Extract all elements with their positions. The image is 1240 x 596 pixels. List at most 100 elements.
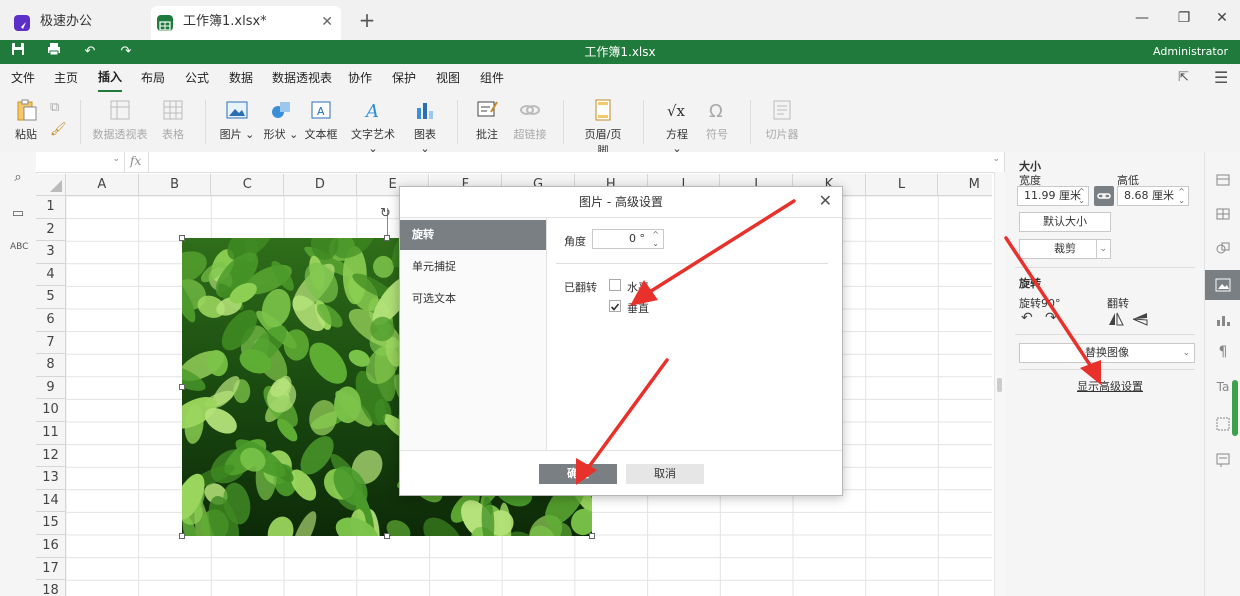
nav-rotate[interactable]: 旋转 [400,220,546,250]
vertical-checkbox[interactable] [609,300,621,312]
menu-view[interactable]: 视图 [436,64,460,92]
nav-cell-snap[interactable]: 单元捕捉 [400,252,546,282]
paste-button[interactable]: 粘贴 [10,98,42,142]
fx-icon[interactable]: fx [130,154,141,168]
menu-formula[interactable]: 公式 [185,64,209,92]
row-header[interactable]: 2 [36,218,66,242]
spin-down-icon[interactable]: ⌄ [1078,192,1085,210]
dialog-header[interactable]: 图片 - 高级设置 ✕ [400,187,842,218]
row-header[interactable]: 6 [36,309,66,332]
menu-protect[interactable]: 保护 [392,64,416,92]
picture-button[interactable]: 图片 ⌄ [218,98,256,142]
row-header[interactable]: 8 [36,354,66,377]
row-header[interactable]: 10 [36,399,66,422]
menu-components[interactable]: 组件 [480,64,504,92]
crop-button[interactable]: 裁剪 ⌄ [1019,239,1111,259]
menu-data[interactable]: 数据 [229,64,253,92]
column-header[interactable]: C [211,174,285,196]
redo-icon[interactable]: ↷ [116,42,136,62]
chart-button[interactable]: 图表 ⌄ [408,98,442,155]
spin-down-icon[interactable]: ⌄ [652,235,659,253]
image-settings-tab[interactable] [1205,270,1240,300]
spin-down-icon[interactable]: ⌄ [1178,192,1185,210]
equation-button[interactable]: √x 方程 ⌄ [660,98,694,155]
slicer-button[interactable]: 切片器 [764,98,800,142]
row-header[interactable]: 15 [36,512,66,535]
minimize-icon[interactable]: — [1132,10,1152,26]
resize-handle[interactable] [384,235,390,241]
replace-image-select[interactable]: 替换图像 ⌄ [1019,343,1195,363]
textart-settings-icon[interactable]: Ta [1215,380,1231,396]
hyperlink-button[interactable]: 超链接 [512,98,548,142]
save-icon[interactable] [8,42,28,62]
row-header[interactable]: 14 [36,489,66,513]
resize-handle[interactable] [589,533,595,539]
row-header[interactable]: 9 [36,376,66,400]
scroll-thumb[interactable] [997,378,1002,392]
resize-handle[interactable] [179,533,185,539]
row-header[interactable]: 13 [36,467,66,490]
menu-insert[interactable]: 插入 [98,64,123,92]
new-tab-button[interactable]: + [356,8,378,32]
row-header[interactable]: 7 [36,331,66,355]
close-icon[interactable]: ✕ [819,191,832,210]
crop-dropdown-icon[interactable]: ⌄ [1096,240,1107,258]
close-window-icon[interactable]: ✕ [1212,10,1232,26]
width-input[interactable]: 11.99 厘米 ^ ⌄ [1017,186,1089,206]
select-all-corner[interactable] [36,174,66,196]
chart-settings-icon[interactable] [1215,312,1231,328]
row-header[interactable]: 11 [36,422,66,445]
menu-hamburger-icon[interactable]: ☰ [1214,68,1228,87]
paragraph-settings-icon[interactable]: ¶ [1215,344,1231,360]
menu-collab[interactable]: 协作 [348,64,372,92]
flip-vertical-icon[interactable] [1132,312,1148,326]
row-header[interactable]: 1 [36,196,66,219]
name-box[interactable]: ⌄ [36,152,125,172]
default-size-button[interactable]: 默认大小 [1019,212,1111,232]
row-header[interactable]: 16 [36,535,66,558]
spellcheck-icon[interactable]: ABC [10,242,28,258]
row-header[interactable]: 3 [36,241,66,264]
row-header[interactable]: 18 [36,580,66,596]
pivot-table-button[interactable]: 数据透视表 [92,98,148,142]
table-settings-icon[interactable] [1215,206,1231,222]
resize-handle[interactable] [179,235,185,241]
tab-app[interactable]: 极速办公 [8,6,144,40]
comment-button[interactable]: 批注 [474,98,500,142]
user-name[interactable]: Administrator [1153,40,1228,64]
close-tab-icon[interactable]: ✕ [321,6,333,38]
search-icon[interactable]: ⌕ [10,170,26,186]
height-input[interactable]: 8.68 厘米 ^ ⌄ [1117,186,1189,206]
column-header[interactable]: M [938,174,992,196]
column-header[interactable]: D [284,174,357,196]
row-header[interactable]: 5 [36,286,66,309]
name-box-dropdown-icon[interactable]: ⌄ [112,154,120,164]
formula-input[interactable] [148,152,989,172]
share-icon[interactable]: ⇱ [1178,70,1189,85]
resize-handle[interactable] [179,384,185,390]
vertical-scrollbar[interactable] [994,172,1005,596]
print-icon[interactable] [44,42,64,62]
wordart-button[interactable]: A 文字艺术 ⌄ [348,98,398,155]
column-header[interactable]: A [66,174,139,196]
nav-alt-text[interactable]: 可选文本 [400,284,546,314]
table-button[interactable]: 表格 [158,98,188,142]
lock-aspect-button[interactable] [1094,186,1114,206]
menu-file[interactable]: 文件 [11,64,35,92]
textbox-button[interactable]: A 文本框 [304,98,338,142]
format-painter-icon[interactable]: 🖌 [50,122,67,137]
row-header[interactable]: 17 [36,557,66,581]
restore-icon[interactable]: ❐ [1174,10,1194,26]
panel-scroll-indicator[interactable] [1232,380,1238,436]
tab-workbook[interactable]: 工作簿1.xlsx* ✕ [151,6,341,40]
replace-dropdown-icon[interactable]: ⌄ [1182,344,1190,362]
angle-input[interactable]: 0 ° ^ ⌄ [592,229,664,249]
menu-home[interactable]: 主页 [54,64,78,92]
comment-panel-icon[interactable]: ▭ [10,206,26,222]
ok-button[interactable]: 确定 [539,464,617,484]
show-advanced-link[interactable]: 显示高级设置 [1077,378,1143,394]
column-header[interactable]: B [138,174,212,196]
cell-settings-icon[interactable] [1215,172,1231,188]
horizontal-checkbox[interactable] [609,279,621,291]
resize-handle[interactable] [384,533,390,539]
